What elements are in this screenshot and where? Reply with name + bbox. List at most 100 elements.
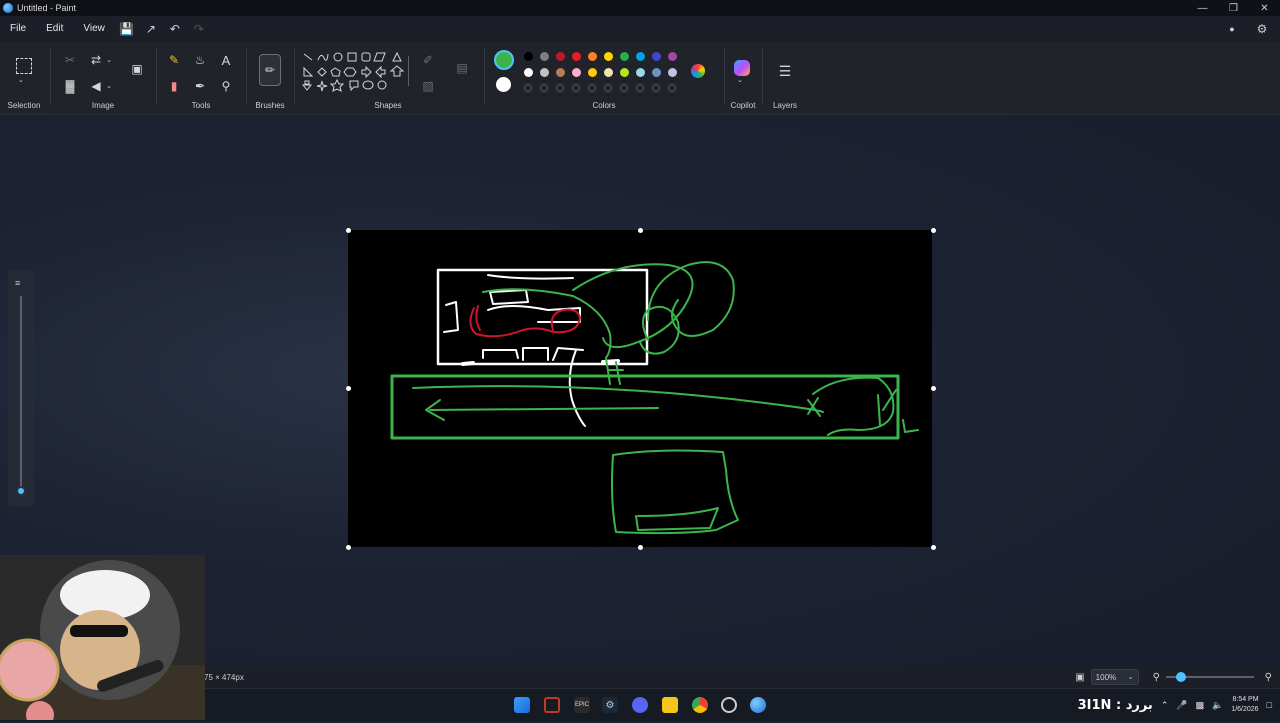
crop-icon[interactable]: ✂ [62, 52, 78, 68]
color-swatch[interactable] [540, 52, 549, 61]
color-swatch[interactable] [636, 68, 645, 77]
rectangle-select-icon[interactable] [16, 58, 32, 74]
zoom-slider-thumb[interactable] [1176, 672, 1186, 682]
resize-handle[interactable] [346, 545, 351, 550]
file-explorer-icon[interactable] [662, 697, 678, 713]
shapes-gallery[interactable] [302, 50, 414, 100]
layers-icon[interactable]: ☰ [776, 62, 794, 80]
color-swatch[interactable] [556, 68, 565, 77]
custom-color-slot[interactable] [588, 84, 596, 92]
custom-color-slot[interactable] [524, 84, 532, 92]
zoom-in-icon[interactable]: ⚲ [1265, 672, 1272, 683]
chevron-down-icon[interactable]: ⌄ [104, 52, 114, 68]
network-icon[interactable]: ▩ [1196, 700, 1205, 711]
fill-bucket-icon[interactable]: ♨ [192, 52, 208, 68]
color-swatch[interactable] [620, 52, 629, 61]
image-options-icon[interactable]: ▣ [128, 60, 146, 78]
color-swatch[interactable] [572, 52, 581, 61]
custom-color-slot[interactable] [636, 84, 644, 92]
epic-games-icon[interactable]: EPIC [574, 697, 590, 713]
shape-size-icon[interactable]: ▤ [454, 60, 470, 76]
minimize-button[interactable]: — [1187, 0, 1218, 16]
rotate-icon[interactable]: ◀ [88, 78, 104, 94]
color-swatch[interactable] [524, 52, 533, 61]
custom-color-slot[interactable] [556, 84, 564, 92]
zoom-slider[interactable] [1166, 672, 1254, 682]
restore-button[interactable]: ❐ [1218, 0, 1249, 16]
resize-handle[interactable] [931, 228, 936, 233]
fit-to-window-icon[interactable]: ▣ [1075, 672, 1084, 683]
color-swatch[interactable] [636, 52, 645, 61]
color-swatch[interactable] [652, 52, 661, 61]
steam-icon[interactable]: ⚙ [602, 697, 618, 713]
custom-color-slot[interactable] [668, 84, 676, 92]
resize-handle[interactable] [931, 545, 936, 550]
color-swatch[interactable] [604, 52, 613, 61]
redo-icon[interactable]: ↷ [187, 16, 211, 42]
settings-gear-icon[interactable]: ⚙ [1250, 16, 1274, 42]
obs-icon[interactable] [721, 697, 737, 713]
resize-handle[interactable] [638, 228, 643, 233]
primary-color-swatch[interactable] [494, 50, 514, 70]
color-swatch[interactable] [668, 52, 677, 61]
share-icon[interactable]: ↗ [139, 16, 163, 42]
chevron-down-icon[interactable]: ⌄ [18, 76, 24, 84]
color-swatch[interactable] [524, 68, 533, 77]
eraser-icon[interactable]: ▮ [166, 78, 182, 94]
zoom-select[interactable]: 100% ⌄ [1090, 669, 1139, 685]
color-swatch[interactable] [604, 68, 613, 77]
color-swatch[interactable] [620, 68, 629, 77]
save-icon[interactable]: 💾 [115, 16, 139, 42]
color-swatch[interactable] [572, 68, 581, 77]
magnifier-icon[interactable]: ⚲ [218, 78, 234, 94]
chevron-down-icon[interactable]: ⌄ [737, 76, 743, 84]
notification-icon[interactable]: □ [1267, 700, 1272, 710]
color-swatch[interactable] [556, 52, 565, 61]
drawing-canvas[interactable] [348, 230, 932, 547]
color-swatch[interactable] [588, 68, 597, 77]
windows-start-icon[interactable] [514, 697, 530, 713]
undo-icon[interactable]: ↶ [163, 16, 187, 42]
resize-handle[interactable] [346, 228, 351, 233]
zoom-out-icon[interactable]: ⚲ [1153, 672, 1160, 683]
color-swatch[interactable] [668, 68, 677, 77]
secondary-color-swatch[interactable] [496, 77, 511, 92]
color-swatch[interactable] [540, 68, 549, 77]
paint-taskbar-icon[interactable] [750, 697, 766, 713]
custom-color-slot[interactable] [620, 84, 628, 92]
resize-icon[interactable]: ⇄ [88, 52, 104, 68]
remove-background-icon[interactable]: ▓ [62, 78, 78, 94]
outline-icon[interactable]: ✐ [420, 52, 436, 68]
custom-color-slot[interactable] [604, 84, 612, 92]
custom-color-slot[interactable] [540, 84, 548, 92]
volume-icon[interactable]: 🔈 [1212, 700, 1223, 711]
resize-handle[interactable] [346, 386, 351, 391]
vertical-slider[interactable]: ≡ [8, 270, 34, 506]
copilot-icon[interactable] [734, 60, 750, 76]
chevron-down-icon[interactable]: ⌄ [104, 78, 114, 94]
menu-view[interactable]: View [73, 16, 115, 42]
menu-file[interactable]: File [0, 16, 36, 42]
color-swatch[interactable] [652, 68, 661, 77]
text-icon[interactable]: A [218, 52, 234, 68]
chevron-up-icon[interactable]: ⌃ [1161, 700, 1169, 711]
custom-color-slot[interactable] [572, 84, 580, 92]
clock[interactable]: 8:54 PM 1/6/2026 [1231, 695, 1258, 715]
pencil-icon[interactable]: ✎ [166, 52, 182, 68]
microphone-icon[interactable]: 🎤 [1176, 700, 1187, 711]
edit-colors-icon[interactable] [691, 64, 705, 78]
brush-icon[interactable]: ✏ [259, 54, 281, 86]
resize-handle[interactable] [931, 386, 936, 391]
chrome-icon[interactable] [692, 697, 708, 713]
custom-color-slot[interactable] [652, 84, 660, 92]
account-icon[interactable]: ● [1220, 16, 1244, 42]
menu-edit[interactable]: Edit [36, 16, 73, 42]
color-picker-icon[interactable]: ✒ [192, 78, 208, 94]
fill-icon[interactable]: ▧ [420, 78, 436, 94]
discord-icon[interactable] [632, 697, 648, 713]
capture-icon[interactable] [544, 697, 560, 713]
resize-handle[interactable] [638, 545, 643, 550]
slider-thumb[interactable] [16, 486, 26, 496]
close-button[interactable]: ✕ [1249, 0, 1280, 16]
color-swatch[interactable] [588, 52, 597, 61]
